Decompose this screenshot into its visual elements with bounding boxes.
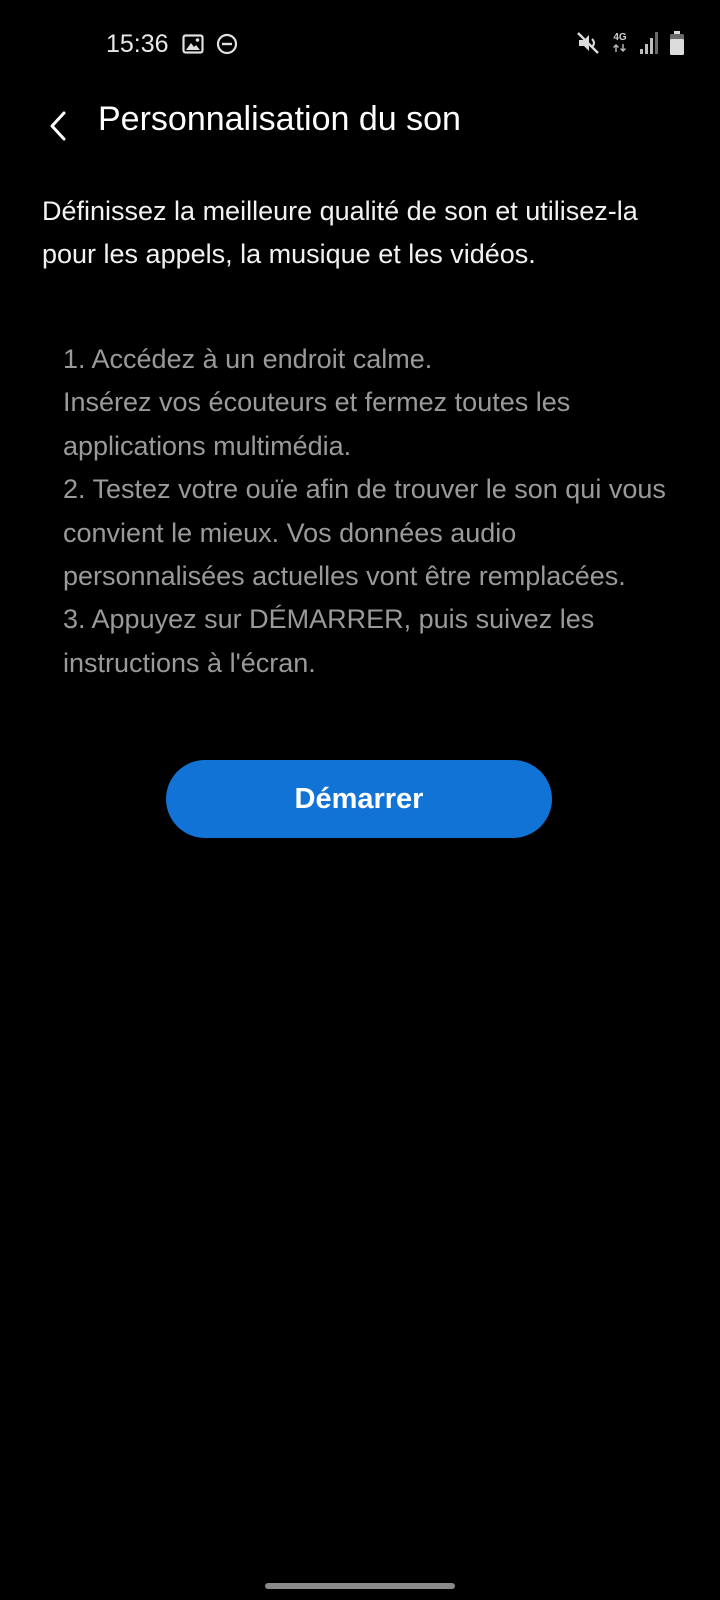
status-right-icons: 4G bbox=[576, 31, 684, 55]
step-2: 2. Testez votre ouïe afin de trouver le … bbox=[63, 474, 666, 592]
home-indicator[interactable] bbox=[265, 1583, 455, 1589]
status-left-icons bbox=[182, 33, 238, 55]
screen: 15:36 4G Personnalisation du son Définis… bbox=[0, 0, 720, 1600]
status-time: 15:36 bbox=[106, 30, 169, 58]
battery-icon bbox=[670, 31, 684, 55]
back-arrow-icon bbox=[48, 110, 68, 142]
mute-icon bbox=[576, 31, 600, 55]
step-3: 3. Appuyez sur DÉMARRER, puis suivez les… bbox=[63, 604, 595, 678]
page-title: Personnalisation du son bbox=[98, 100, 461, 138]
intro-text: Définissez la meilleure qualité de son e… bbox=[42, 196, 638, 269]
network-4g-icon: 4G bbox=[612, 33, 628, 53]
image-icon bbox=[182, 34, 204, 54]
step-1: 1. Accédez à un endroit calme. Insérez v… bbox=[63, 344, 571, 461]
back-button[interactable] bbox=[28, 96, 88, 156]
status-bar: 15:36 4G bbox=[0, 0, 720, 90]
start-button[interactable]: Démarrer bbox=[166, 760, 552, 838]
app-bar: Personnalisation du son bbox=[0, 90, 720, 190]
do-not-disturb-icon bbox=[216, 33, 238, 55]
signal-icon bbox=[640, 32, 658, 54]
instruction-steps: 1. Accédez à un endroit calme. Insérez v… bbox=[63, 338, 703, 685]
